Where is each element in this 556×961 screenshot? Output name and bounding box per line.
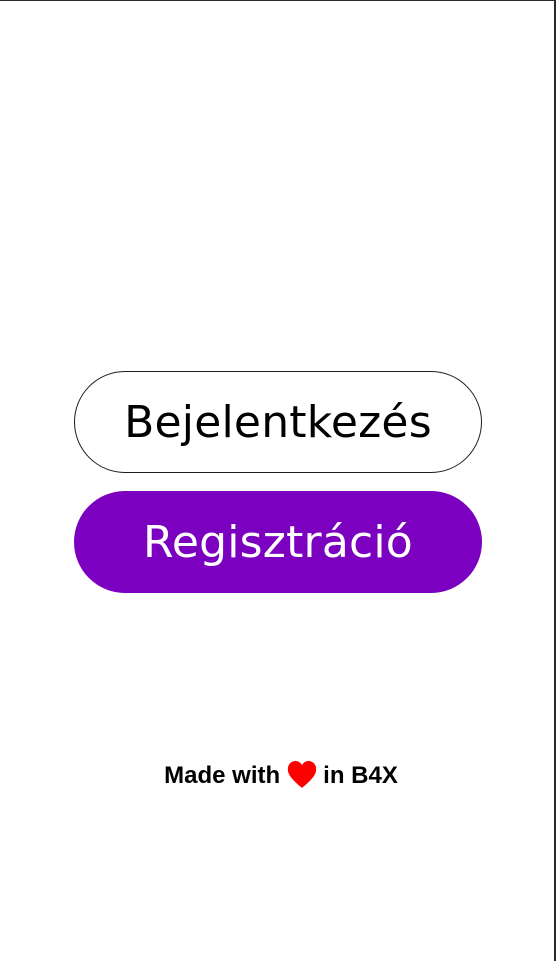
register-button[interactable]: Regisztráció [74, 491, 482, 593]
made-with-footer: Made with in B4X [0, 759, 556, 793]
heart-icon [287, 761, 317, 789]
login-button[interactable]: Bejelentkezés [74, 371, 482, 473]
app-screen: Bejelentkezés Regisztráció Made with in … [0, 0, 556, 961]
footer-prefix-text: Made with [164, 762, 281, 789]
register-button-label: Regisztráció [143, 516, 413, 568]
login-button-label: Bejelentkezés [124, 396, 432, 448]
footer-suffix-text: in B4X [323, 762, 398, 789]
